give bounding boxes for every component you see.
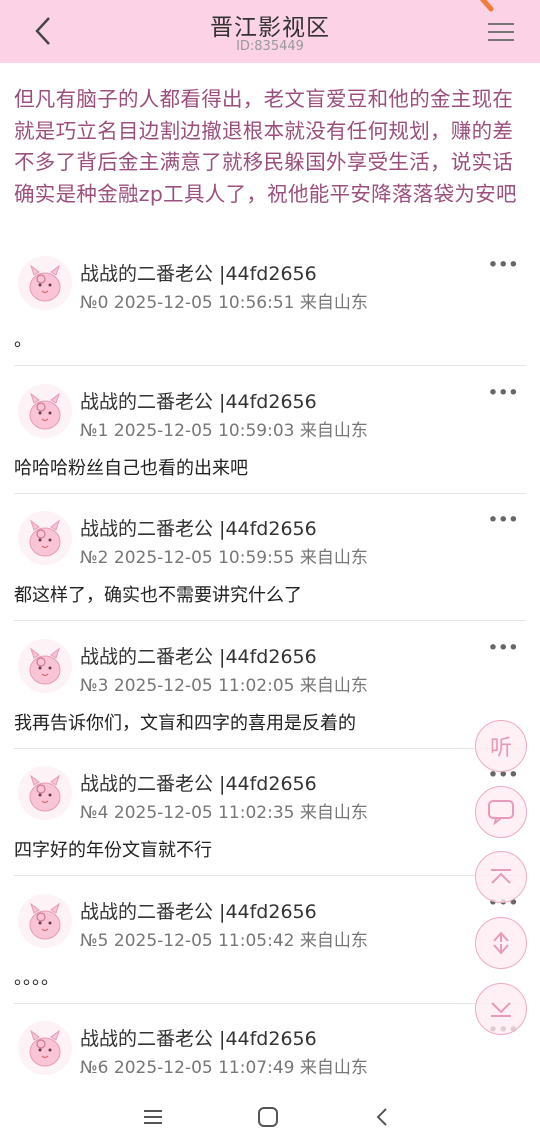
avatar-image	[29, 902, 61, 939]
post-item: 战战的二番老公 |44fd2656 №4 2025-12-05 11:02:35 …	[14, 762, 526, 882]
system-back-icon	[376, 1108, 387, 1126]
system-menu-icon	[144, 1110, 162, 1124]
post-content: 。。。。	[14, 967, 59, 989]
top-header: 晋江影视区 ID:835449	[0, 0, 540, 63]
avatar-image	[29, 264, 61, 302]
avatar-image	[29, 392, 61, 429]
post-author[interactable]: 战战的二番老公 |44fd2656	[80, 769, 317, 796]
system-back-button[interactable]	[367, 1102, 397, 1132]
menu-button[interactable]	[484, 16, 518, 48]
post-meta: №1 2025-12-05 10:59:03 来自山东	[80, 420, 368, 441]
scroll-top-icon	[491, 869, 511, 884]
post-content: 都这样了，确实也不需要讲究什么了	[14, 585, 302, 606]
avatar[interactable]	[18, 511, 72, 565]
avatar[interactable]	[18, 383, 72, 438]
post-content: 哈哈哈粉丝自己也看的出来吧	[14, 457, 248, 479]
post-divider	[14, 1002, 526, 1004]
post-author[interactable]: 战战的二番老公 |44fd2656	[80, 387, 317, 414]
post-meta: №5 2025-12-05 11:05:42 来自山东	[80, 930, 368, 951]
avatar-image	[29, 519, 61, 557]
post-item: 战战的二番老公 |44fd2656 №2 2025-12-05 10:59:55 …	[14, 507, 526, 627]
system-menu-button[interactable]	[138, 1102, 168, 1132]
post-content: 我再告诉你们，文盲和四字的喜用是反着的	[14, 712, 356, 734]
refresh-icon	[493, 931, 509, 955]
post-content: 四字好的年份文盲就不行	[14, 840, 212, 861]
listen-label: 听	[489, 736, 512, 761]
system-home-icon	[258, 1107, 278, 1127]
post-meta: №6 2025-12-05 11:07:49 来自山东	[80, 1058, 368, 1078]
forum-id: ID:835449	[236, 39, 304, 54]
post-author[interactable]: 战战的二番老公 |44fd2656	[80, 1024, 317, 1051]
topic-text: 但凡有脑子的人都看得出，老文盲爱豆和他的金主现在就是巧立名目边割边撤退根本就没有…	[14, 87, 517, 206]
post-item: 战战的二番老公 |44fd2656 №5 2025-12-05 11:05:42 …	[14, 890, 526, 1010]
post-author[interactable]: 战战的二番老公 |44fd2656	[80, 897, 317, 924]
system-nav-bar	[0, 1090, 540, 1148]
post-meta: №0 2025-12-05 10:56:51 来自山东	[80, 293, 368, 313]
orange-stroke-decoration	[479, 0, 494, 12]
listen-button[interactable]: 听	[475, 720, 527, 772]
post-meta: №4 2025-12-05 11:02:35 来自山东	[80, 803, 368, 823]
page-title: 晋江影视区	[210, 15, 330, 41]
post-author[interactable]: 战战的二番老公 |44fd2656	[80, 642, 317, 669]
post-divider	[14, 492, 526, 494]
more-dots-icon[interactable]: •••	[487, 254, 519, 276]
hamburger-menu-icon	[488, 23, 514, 25]
post-meta: №3 2025-12-05 11:02:05 来自山东	[80, 675, 368, 696]
avatar[interactable]	[18, 893, 72, 948]
comment-bubble-icon	[488, 800, 514, 825]
post-meta: №2 2025-12-05 10:59:55 来自山东	[80, 548, 368, 568]
avatar[interactable]	[18, 766, 72, 820]
post-author[interactable]: 战战的二番老公 |44fd2656	[80, 514, 317, 541]
post-item: 战战的二番老公 |44fd2656 №3 2025-12-05 11:02:05 …	[14, 635, 526, 755]
post-divider	[14, 620, 526, 621]
post-item: 战战的二番老公 |44fd2656 №0 2025-12-05 10:56:51 …	[14, 252, 526, 372]
avatar[interactable]	[18, 638, 72, 693]
more-dots-icon[interactable]: •••	[487, 382, 519, 404]
post-divider	[14, 365, 526, 366]
refresh-button[interactable]	[475, 917, 527, 969]
post-divider	[14, 875, 526, 876]
more-dots-icon[interactable]: •••	[487, 509, 519, 531]
more-dots-icon[interactable]: •••	[487, 637, 519, 659]
avatar-image	[29, 774, 61, 812]
system-home-button[interactable]	[253, 1102, 283, 1132]
scroll-bottom-button[interactable]	[475, 983, 527, 1035]
avatar[interactable]	[18, 256, 72, 310]
scroll-bottom-icon	[491, 1002, 511, 1017]
avatar[interactable]	[18, 1021, 72, 1075]
post-item: 战战的二番老公 |44fd2656 №1 2025-12-05 10:59:03 …	[14, 380, 526, 500]
avatar-image	[29, 647, 61, 684]
scroll-top-button[interactable]	[475, 851, 527, 903]
post-divider	[14, 747, 526, 749]
post-author[interactable]: 战战的二番老公 |44fd2656	[80, 259, 317, 286]
comment-button[interactable]	[475, 786, 527, 838]
post-content: 。	[14, 330, 32, 351]
avatar-image	[29, 1029, 61, 1067]
